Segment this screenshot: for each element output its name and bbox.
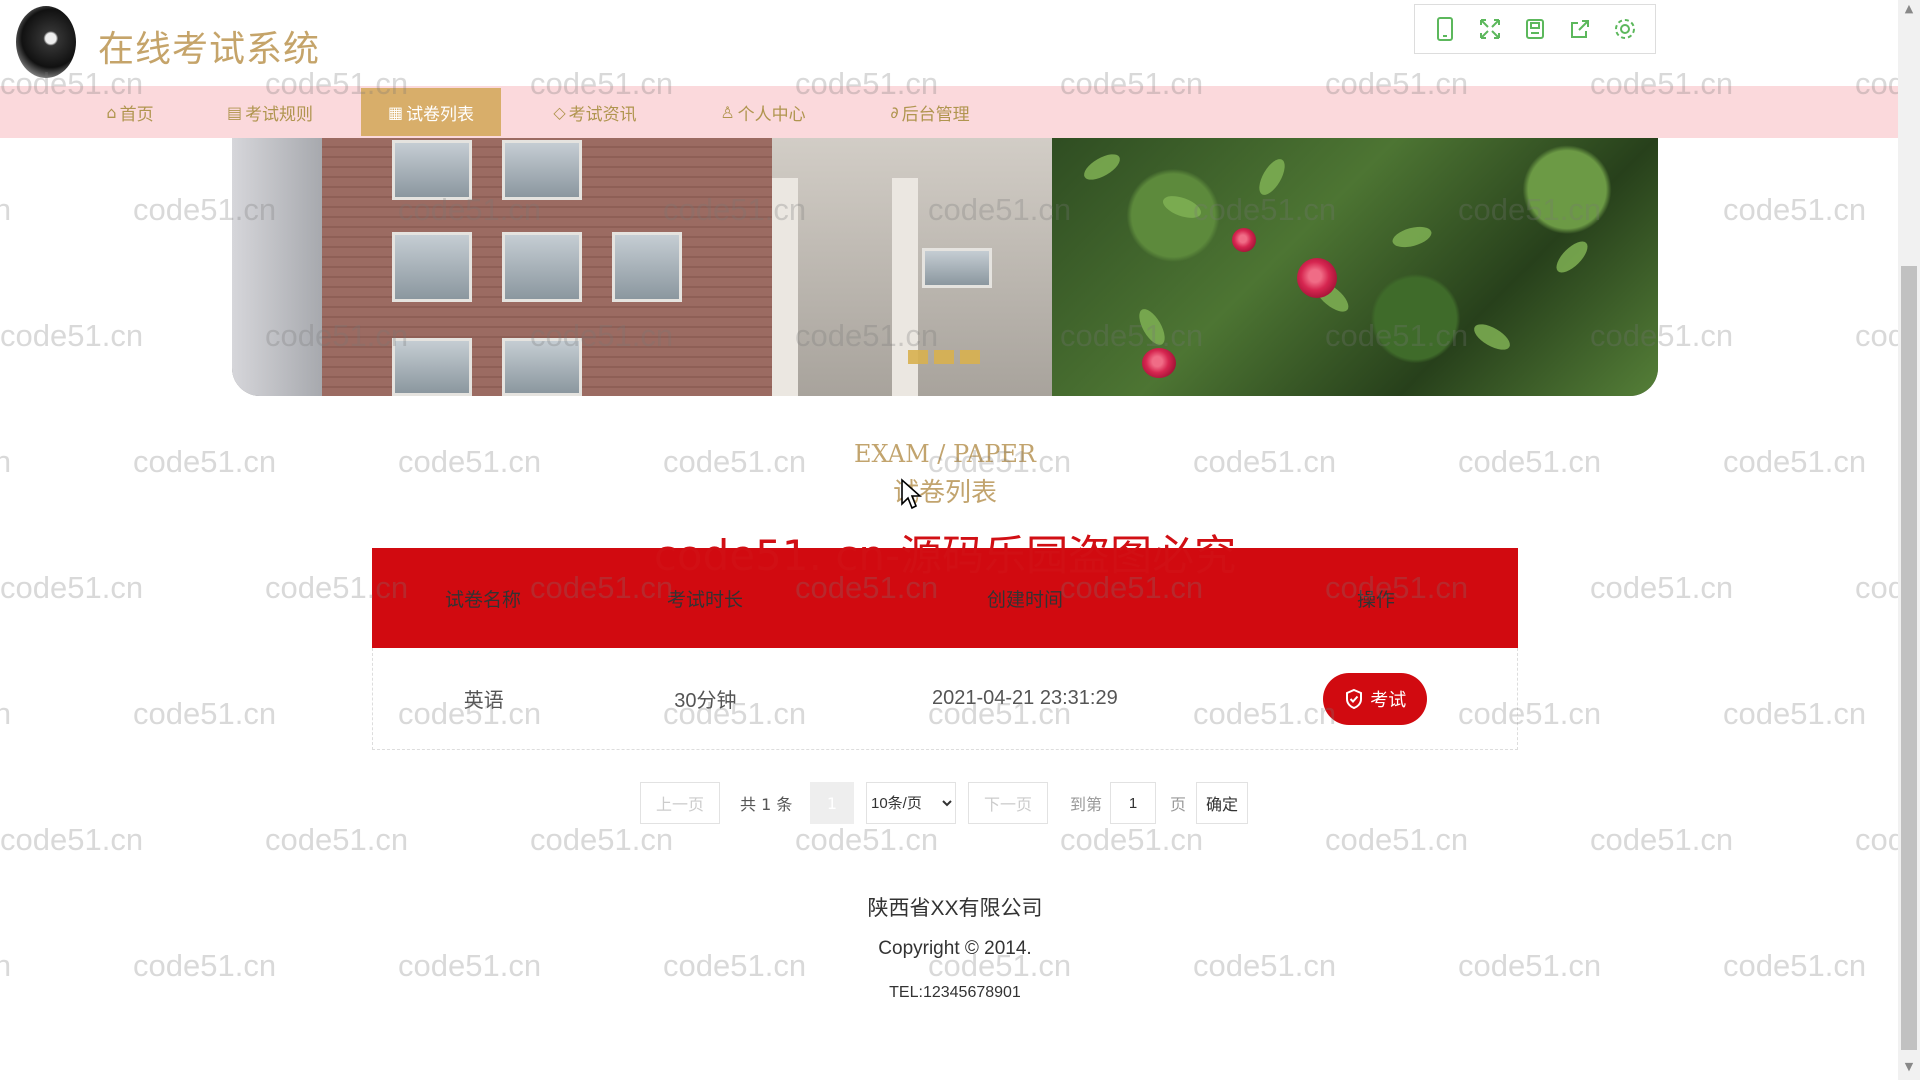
carousel-dot[interactable] [934,350,954,364]
nav-item-home[interactable]: ⌂ 首页 [60,86,200,138]
prev-page-button[interactable]: 上一页 [640,782,720,824]
site-logo [16,6,76,78]
watermark-text: code51.cn [265,822,409,857]
user-icon: ♙ [720,102,735,122]
share-icon[interactable] [1565,14,1595,44]
watermark-text: code51.cn [1590,570,1734,605]
settings-icon[interactable] [1610,14,1640,44]
scroll-down-arrow-icon[interactable]: ▼ [1898,1058,1920,1076]
watermark-text: code51.cn [0,570,144,605]
nav-item-paper-list[interactable]: ▦ 试卷列表 [361,88,501,136]
link-icon: ∂ [890,102,899,122]
site-title: 在线考试系统 [98,29,321,70]
goto-confirm-button[interactable]: 确定 [1196,782,1248,824]
watermark-text: code51.cn [1723,696,1867,731]
goto-page-input[interactable] [1110,782,1156,824]
section-title-en: EXAM / PAPER [853,440,1036,468]
vertical-scrollbar[interactable]: ▲ ▼ [1898,0,1920,1080]
scroll-up-arrow-icon[interactable]: ▲ [1898,0,1920,18]
footer-company: 陕西省XX有限公司 [867,897,1043,920]
watermark-text: code51.cn [1723,192,1867,227]
shield-check-icon [1346,688,1363,709]
watermark-text: code51.cn [1855,822,1898,857]
nav-item-profile[interactable]: ♙ 个人中心 [693,86,833,138]
watermark-text: code51.cn [0,822,144,857]
nav-item-rules[interactable]: ▤ 考试规则 [200,86,340,138]
nav-item-label: 个人中心 [737,104,806,125]
start-exam-label: 考试 [1370,689,1407,710]
watermark-text: code51.cn [1855,318,1898,353]
nav-item-news[interactable]: ◇ 考试资讯 [525,86,665,138]
watermark-text: code51.cn [1325,822,1469,857]
nav-item-label: 试卷列表 [406,104,475,125]
goto-label: 到第 [1070,795,1103,814]
banner-image [232,138,322,396]
table-header: 试卷名称 考试时长 创建时间 操作 [372,548,1518,648]
mobile-icon[interactable] [1430,14,1460,44]
column-header: 操作 [1356,588,1395,611]
page-unit-label: 页 [1170,795,1187,814]
carousel-dot[interactable] [960,350,980,364]
carousel-indicators [908,350,980,364]
paper-table: 试卷名称 考试时长 创建时间 操作 英语 30分钟 2021-04-21 23:… [372,548,1518,750]
nav-item-admin[interactable]: ∂ 后台管理 [860,86,1000,138]
watermark-text: code51.cn [1855,570,1898,605]
paper-name: 英语 [463,690,504,712]
home-icon: ⌂ [106,102,117,122]
tag-icon: ◇ [553,102,566,122]
book-icon: ▤ [226,102,243,122]
watermark-text: code51.cn [1060,822,1204,857]
column-header: 考试时长 [666,588,743,611]
footer-tel: TEL:12345678901 [889,984,1021,1001]
fullscreen-icon[interactable] [1475,14,1505,44]
watermark-text: code51.cn [0,696,12,731]
column-header: 创建时间 [986,588,1063,611]
exam-duration: 30分钟 [674,690,737,712]
start-exam-button[interactable]: 考试 [1323,672,1428,725]
page-number-button[interactable]: 1 [810,782,854,824]
nav-item-label: 考试资讯 [568,104,637,125]
banner-carousel[interactable] [232,138,1658,396]
footer-copyright: Copyright © 2014. [878,938,1032,959]
next-page-button[interactable]: 下一页 [968,782,1048,824]
main-nav: ⌂ 首页 ▤ 考试规则 ▦ 试卷列表 ◇ 考试资讯 ♙ 个人中心 ∂ 后台管理 [0,86,1898,138]
list-icon: ▦ [387,102,404,122]
nav-item-label: 后台管理 [901,104,970,125]
nav-item-label: 首页 [119,104,154,125]
column-header: 试卷名称 [444,588,521,611]
watermark-text: code51.cn [795,822,939,857]
watermark-text: code51.cn [133,696,277,731]
total-count: 共 1 条 [740,795,793,814]
table-row: 英语 30分钟 2021-04-21 23:31:29 考试 [372,648,1518,750]
carousel-dot[interactable] [908,350,928,364]
created-time: 2021-04-21 23:31:29 [931,687,1118,709]
toolbar [1414,4,1656,54]
watermark-text: code51.cn [1590,822,1734,857]
watermark-text: code51.cn [0,318,144,353]
save-icon[interactable] [1520,14,1550,44]
watermark-text: code51.cn [530,822,674,857]
scrollbar-thumb[interactable] [1901,266,1917,1050]
mouse-cursor-icon [900,478,923,516]
section-title-cn: 试卷列表 [892,478,997,508]
page-size-select[interactable]: 10条/页 [866,782,956,824]
watermark-text: code51.cn [0,192,12,227]
nav-item-label: 考试规则 [245,104,314,125]
